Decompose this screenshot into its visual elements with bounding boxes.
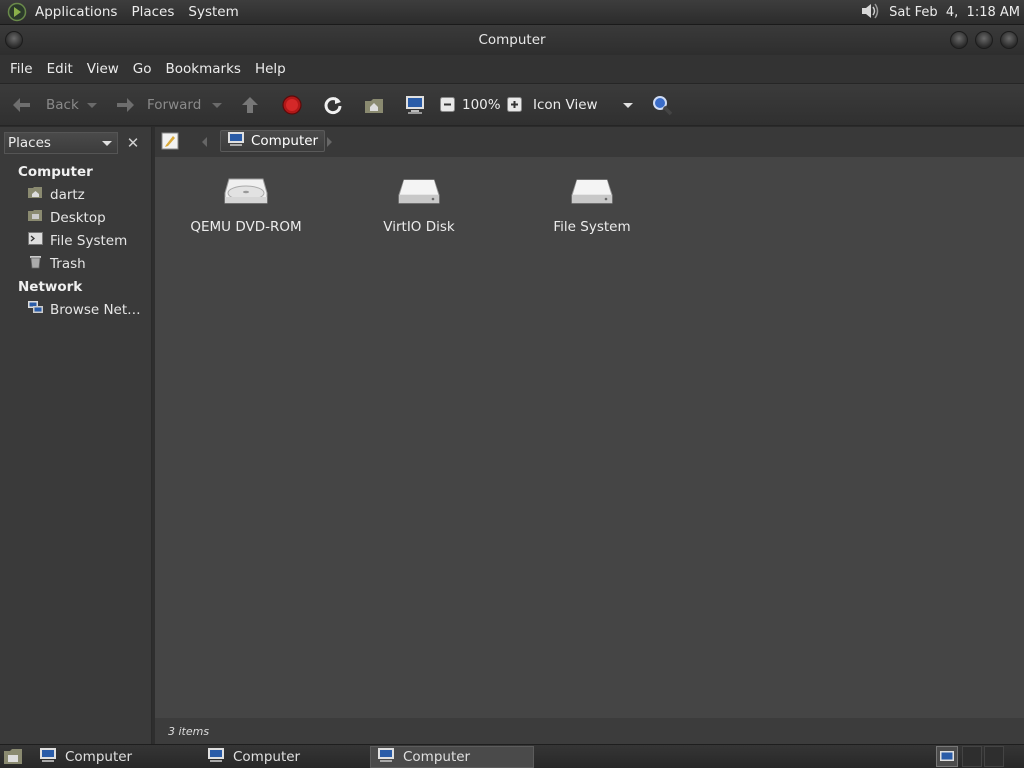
hard-disk-icon	[396, 175, 442, 213]
forward-label: Forward	[147, 96, 202, 113]
taskbar-item-label: Computer	[233, 749, 301, 765]
home-icon[interactable]	[363, 95, 385, 115]
forward-arrow-icon	[113, 95, 137, 115]
workspace-switcher[interactable]	[936, 746, 958, 767]
taskbar-item[interactable]: Computer	[201, 746, 365, 768]
minimize-button[interactable]	[950, 31, 968, 49]
menu-bookmarks[interactable]: Bookmarks	[159, 61, 248, 77]
crumb-right-arrow-icon[interactable]	[327, 137, 332, 147]
workspace-3[interactable]	[984, 746, 1004, 767]
computer-icon	[227, 131, 245, 151]
stop-icon[interactable]	[281, 94, 303, 116]
reload-icon[interactable]	[322, 94, 344, 116]
sidebar: Places ✕ Computer dartz Desktop File Sys…	[0, 127, 152, 744]
network-icon	[28, 301, 43, 318]
sidebar-selector[interactable]: Places	[4, 132, 118, 154]
icon-view[interactable]: QEMU DVD-ROM VirtIO Disk File System	[155, 157, 1024, 718]
filesystem-icon	[28, 232, 43, 249]
drive-label: VirtIO Disk	[383, 219, 455, 235]
workspace-2[interactable]	[962, 746, 982, 767]
sidebar-selector-label: Places	[8, 135, 51, 151]
sidebar-item-file-system[interactable]: File System	[28, 232, 127, 249]
desktop-folder-icon	[28, 209, 43, 226]
maximize-button[interactable]	[975, 31, 993, 49]
sidebar-item-trash[interactable]: Trash	[28, 255, 86, 273]
computer-icon	[377, 747, 395, 767]
show-desktop-icon[interactable]	[3, 748, 23, 768]
menu-help[interactable]: Help	[248, 61, 293, 77]
top-panel: Applications Places System Sat Feb 4, 1:…	[0, 0, 1024, 25]
sidebar-section-computer: Computer	[18, 164, 93, 180]
close-button[interactable]	[1000, 31, 1018, 49]
window-titlebar[interactable]: Computer	[0, 25, 1024, 55]
sidebar-item-label: Trash	[50, 256, 86, 272]
drive-label: QEMU DVD-ROM	[190, 219, 302, 235]
drive-virtio-disk[interactable]: VirtIO Disk	[354, 175, 484, 235]
zoom-level: 100%	[462, 96, 501, 113]
view-mode-label: Icon View	[533, 96, 598, 113]
clock[interactable]: Sat Feb 4, 1:18 AM	[889, 5, 1020, 20]
sidebar-item-browse-network[interactable]: Browse Net…	[28, 301, 141, 318]
status-text: 3 items	[168, 724, 210, 738]
menu-view[interactable]: View	[80, 61, 126, 77]
optical-drive-icon	[223, 175, 269, 213]
drive-qemu-dvd-rom[interactable]: QEMU DVD-ROM	[181, 175, 311, 235]
trash-icon	[28, 255, 43, 273]
zoom-in-icon[interactable]	[507, 97, 522, 112]
forward-button[interactable]: Forward	[113, 95, 201, 115]
hard-disk-icon	[569, 175, 615, 213]
back-button[interactable]: Back	[10, 95, 79, 115]
drive-file-system[interactable]: File System	[527, 175, 657, 235]
search-icon[interactable]	[651, 94, 673, 116]
location-bar: Computer	[155, 127, 1024, 157]
sidebar-item-label: Desktop	[50, 209, 106, 226]
sidebar-section-network: Network	[18, 279, 83, 295]
computer-icon[interactable]	[404, 94, 426, 116]
edit-location-icon[interactable]	[161, 132, 179, 154]
drive-label: File System	[553, 219, 631, 235]
volume-icon[interactable]	[859, 1, 881, 25]
zoom-out-icon[interactable]	[440, 97, 455, 112]
system-menu[interactable]: System	[181, 4, 245, 20]
menubar: File Edit View Go Bookmarks Help	[0, 55, 1024, 83]
back-label: Back	[46, 96, 79, 113]
gnome-foot-icon[interactable]	[6, 1, 28, 23]
status-bar: 3 items	[155, 718, 1024, 744]
taskbar-item-active[interactable]: Computer	[370, 746, 534, 768]
crumb-computer[interactable]: Computer	[220, 130, 326, 152]
window-menu-button[interactable]	[5, 31, 23, 49]
window-title: Computer	[478, 32, 546, 48]
up-icon[interactable]	[239, 94, 261, 116]
crumb-left-arrow-icon[interactable]	[202, 137, 207, 147]
forward-history-dropdown[interactable]	[212, 103, 222, 108]
taskbar-item-label: Computer	[65, 749, 133, 765]
menu-edit[interactable]: Edit	[40, 61, 80, 77]
home-folder-icon	[28, 186, 43, 203]
view-mode-select[interactable]: Icon View	[533, 97, 598, 113]
sidebar-item-dartz[interactable]: dartz	[28, 186, 85, 203]
crumb-label: Computer	[251, 133, 319, 149]
sidebar-item-desktop[interactable]: Desktop	[28, 209, 106, 226]
sidebar-item-label: File System	[50, 232, 128, 249]
back-arrow-icon	[10, 95, 34, 115]
applications-menu[interactable]: Applications	[28, 4, 124, 20]
taskbar-item[interactable]: Computer	[33, 746, 197, 768]
places-menu[interactable]: Places	[124, 4, 181, 20]
close-icon[interactable]: ✕	[122, 132, 144, 154]
sidebar-item-label: Browse Net…	[50, 301, 141, 318]
computer-icon	[207, 747, 225, 767]
view-mode-dropdown[interactable]	[623, 103, 633, 108]
sidebar-item-label: dartz	[50, 186, 85, 203]
computer-icon	[39, 747, 57, 767]
menu-go[interactable]: Go	[126, 61, 159, 77]
back-history-dropdown[interactable]	[87, 103, 97, 108]
bottom-panel: Computer Computer Computer	[0, 744, 1024, 768]
chevron-down-icon	[102, 141, 112, 146]
taskbar-item-label: Computer	[403, 749, 471, 765]
toolbar: Back Forward 100% Icon View	[0, 83, 1024, 126]
menu-file[interactable]: File	[3, 61, 40, 77]
